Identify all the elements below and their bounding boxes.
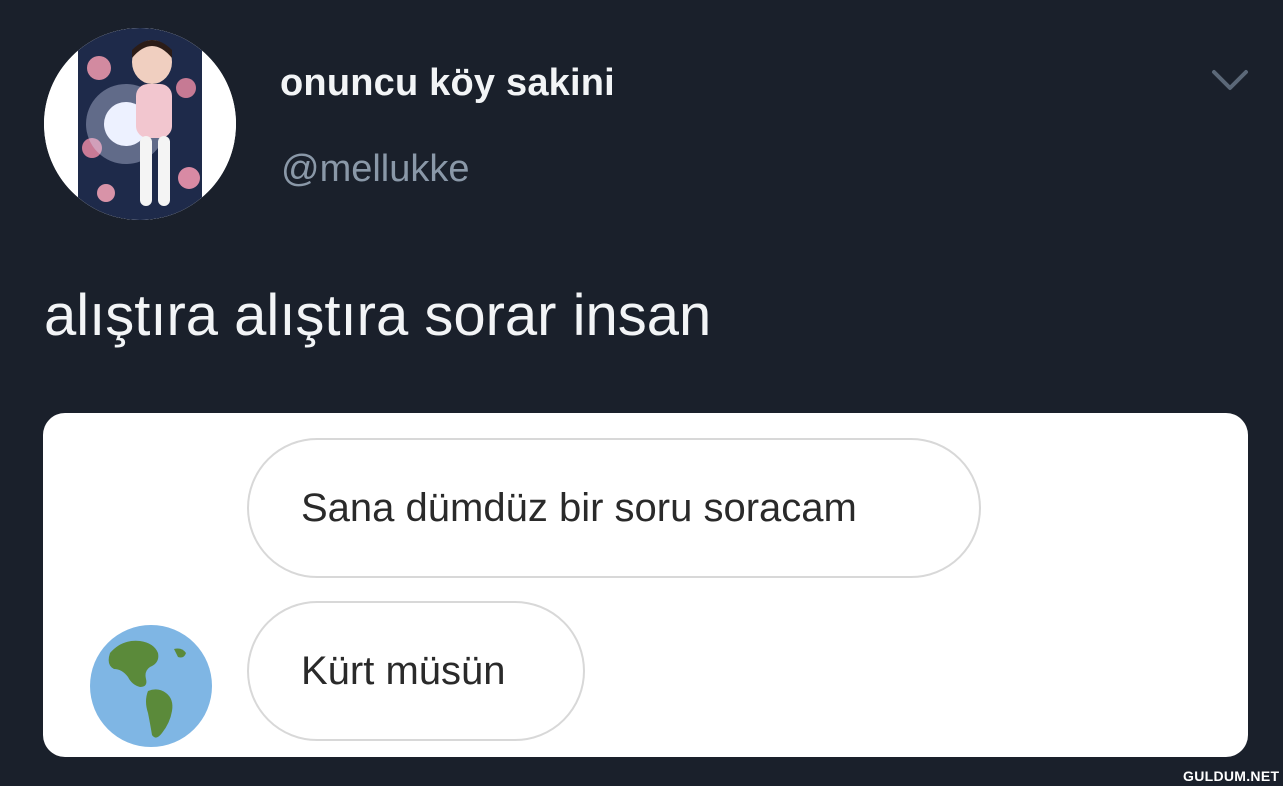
chat-message-bubble: Kürt müsün xyxy=(247,601,585,741)
chat-message-text: Sana dümdüz bir soru soracam xyxy=(301,485,857,530)
avatar-photo xyxy=(44,28,236,220)
attached-chat-screenshot: Sana dümdüz bir soru soracam Kürt müsün xyxy=(43,413,1248,757)
display-name[interactable]: onuncu köy sakini xyxy=(280,62,615,105)
chevron-down-icon[interactable] xyxy=(1210,66,1250,94)
watermark: GULDUM.NET xyxy=(1183,768,1280,784)
tweet: onuncu köy sakini @mellukke alıştıra alı… xyxy=(0,0,1283,786)
tweet-text: alıştıra alıştıra sorar insan xyxy=(44,283,712,348)
username-handle[interactable]: @mellukke xyxy=(281,148,470,191)
avatar[interactable] xyxy=(44,28,236,220)
chat-message-bubble: Sana dümdüz bir soru soracam xyxy=(247,438,981,578)
globe-americas-icon xyxy=(88,623,214,749)
chat-message-text: Kürt müsün xyxy=(301,648,506,693)
